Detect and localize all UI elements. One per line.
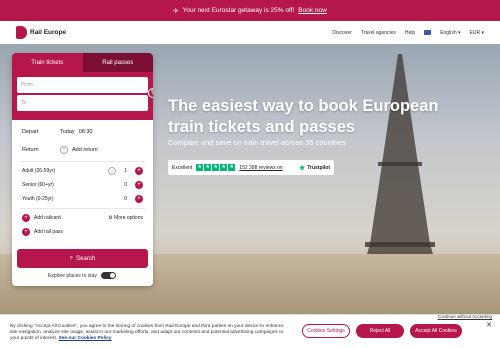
depart-day: Today xyxy=(60,129,75,135)
trustpilot-widget[interactable]: Excellent ★ ★ ★ ★ ★ 152 398 reviews on ★ Trus… xyxy=(168,160,334,175)
flag-icon[interactable] xyxy=(424,30,432,35)
star-icon: ★ xyxy=(212,164,220,171)
more-options-link[interactable]: ⚙ More options xyxy=(108,215,143,221)
book-now-link[interactable]: Book now xyxy=(298,7,327,14)
star-icon: ★ xyxy=(196,164,204,171)
cookies-settings-button[interactable]: Cookies Settings xyxy=(302,324,350,338)
cookie-policy-link[interactable]: See our Cookies Policy xyxy=(59,336,112,341)
promo-banner: ✈ Your next Eurostar getaway is 25% off!… xyxy=(0,0,500,21)
add-return-icon: + xyxy=(60,146,68,154)
passenger-row-senior: Senior (60+yr) 0 + xyxy=(12,178,153,192)
continue-without-accepting-link[interactable]: Continue without Accepting xyxy=(438,314,492,319)
hero-subtitle: Compare and save on train travel across … xyxy=(168,138,347,147)
trustpilot-star-icon: ★ xyxy=(298,164,306,172)
hero-title: The easiest way to book European train t… xyxy=(168,97,439,136)
top-nav: Rail Europe Discover Travel agencies Hel… xyxy=(0,21,500,44)
rail-pass-row: + Add rail pass xyxy=(12,225,153,239)
increase-senior-button[interactable]: + xyxy=(135,181,143,189)
add-railcard-link[interactable]: Add railcard xyxy=(34,215,61,221)
nav-travel-agencies[interactable]: Travel agencies xyxy=(361,30,396,36)
currency-select[interactable]: EUR ▾ xyxy=(470,30,484,36)
promo-text: Your next Eurostar getaway is 25% off! xyxy=(182,7,295,14)
youth-count: 0 xyxy=(124,196,127,202)
nav-help[interactable]: Help xyxy=(405,30,415,36)
increase-adult-button[interactable]: + xyxy=(135,167,143,175)
close-icon[interactable]: ✕ xyxy=(486,321,492,329)
cookie-text: By clicking "Accept All Cookies", you ag… xyxy=(10,324,284,342)
return-label: Return xyxy=(22,147,39,153)
language-select[interactable]: English ▾ xyxy=(440,30,460,36)
search-button[interactable]: ⌕ Search xyxy=(17,249,148,268)
passenger-row-adult: Adult (26-59yr) −1 + xyxy=(12,164,153,178)
rating-stars: ★ ★ ★ ★ ★ xyxy=(196,164,236,171)
accept-all-cookies-button[interactable]: Accept All Cookies xyxy=(410,324,462,338)
nav-discover[interactable]: Discover xyxy=(332,30,351,36)
adult-count: 1 xyxy=(124,168,127,174)
star-icon: ★ xyxy=(204,164,212,171)
passenger-row-youth: Youth (0-25yr) 0 + xyxy=(12,192,153,206)
reject-all-button[interactable]: Reject All xyxy=(356,324,404,338)
tab-rail-passes[interactable]: Rail passes xyxy=(82,53,153,72)
return-row[interactable]: Return + Add return xyxy=(12,141,153,159)
add-railcard-icon[interactable]: + xyxy=(22,214,30,222)
senior-count: 0 xyxy=(124,182,127,188)
depart-label: Depart xyxy=(22,129,39,135)
explore-places-toggle-row: Explore places to stay xyxy=(48,272,116,279)
logo-text: Rail Europe xyxy=(30,28,67,36)
add-rail-pass-icon[interactable]: + xyxy=(22,228,30,236)
rating-word: Excellent xyxy=(172,164,193,171)
depart-row[interactable]: Depart Today 08:30 xyxy=(12,123,153,141)
add-rail-pass-link[interactable]: Add rail pass xyxy=(34,229,63,235)
explore-toggle[interactable] xyxy=(100,272,116,279)
railcard-row: + Add railcard ⚙ More options xyxy=(12,211,153,225)
depart-time: 08:30 xyxy=(78,129,93,135)
star-icon: ★ xyxy=(220,164,228,171)
plane-icon: ✈ xyxy=(173,7,179,15)
booking-panel: Train tickets Rail passes From To ⇅ Depa… xyxy=(12,53,153,286)
cookie-banner: Continue without Accepting By clicking "… xyxy=(0,314,500,348)
trustpilot-logo: ★ Trustpilot xyxy=(298,164,330,172)
rail-europe-logo[interactable]: Rail Europe xyxy=(16,26,66,39)
decrease-adult-button[interactable]: − xyxy=(108,167,117,175)
swap-icon[interactable]: ⇅ xyxy=(148,88,153,98)
logo-mark-icon xyxy=(16,26,27,39)
tab-train-tickets[interactable]: Train tickets xyxy=(12,53,83,72)
star-icon: ★ xyxy=(228,164,236,171)
review-count: 152 398 reviews on xyxy=(239,164,283,171)
add-return-text: Add return xyxy=(72,147,98,153)
to-input[interactable]: To xyxy=(17,95,148,111)
increase-youth-button[interactable]: + xyxy=(135,195,143,203)
from-input[interactable]: From xyxy=(17,77,148,93)
search-icon: ⌕ xyxy=(69,255,74,261)
